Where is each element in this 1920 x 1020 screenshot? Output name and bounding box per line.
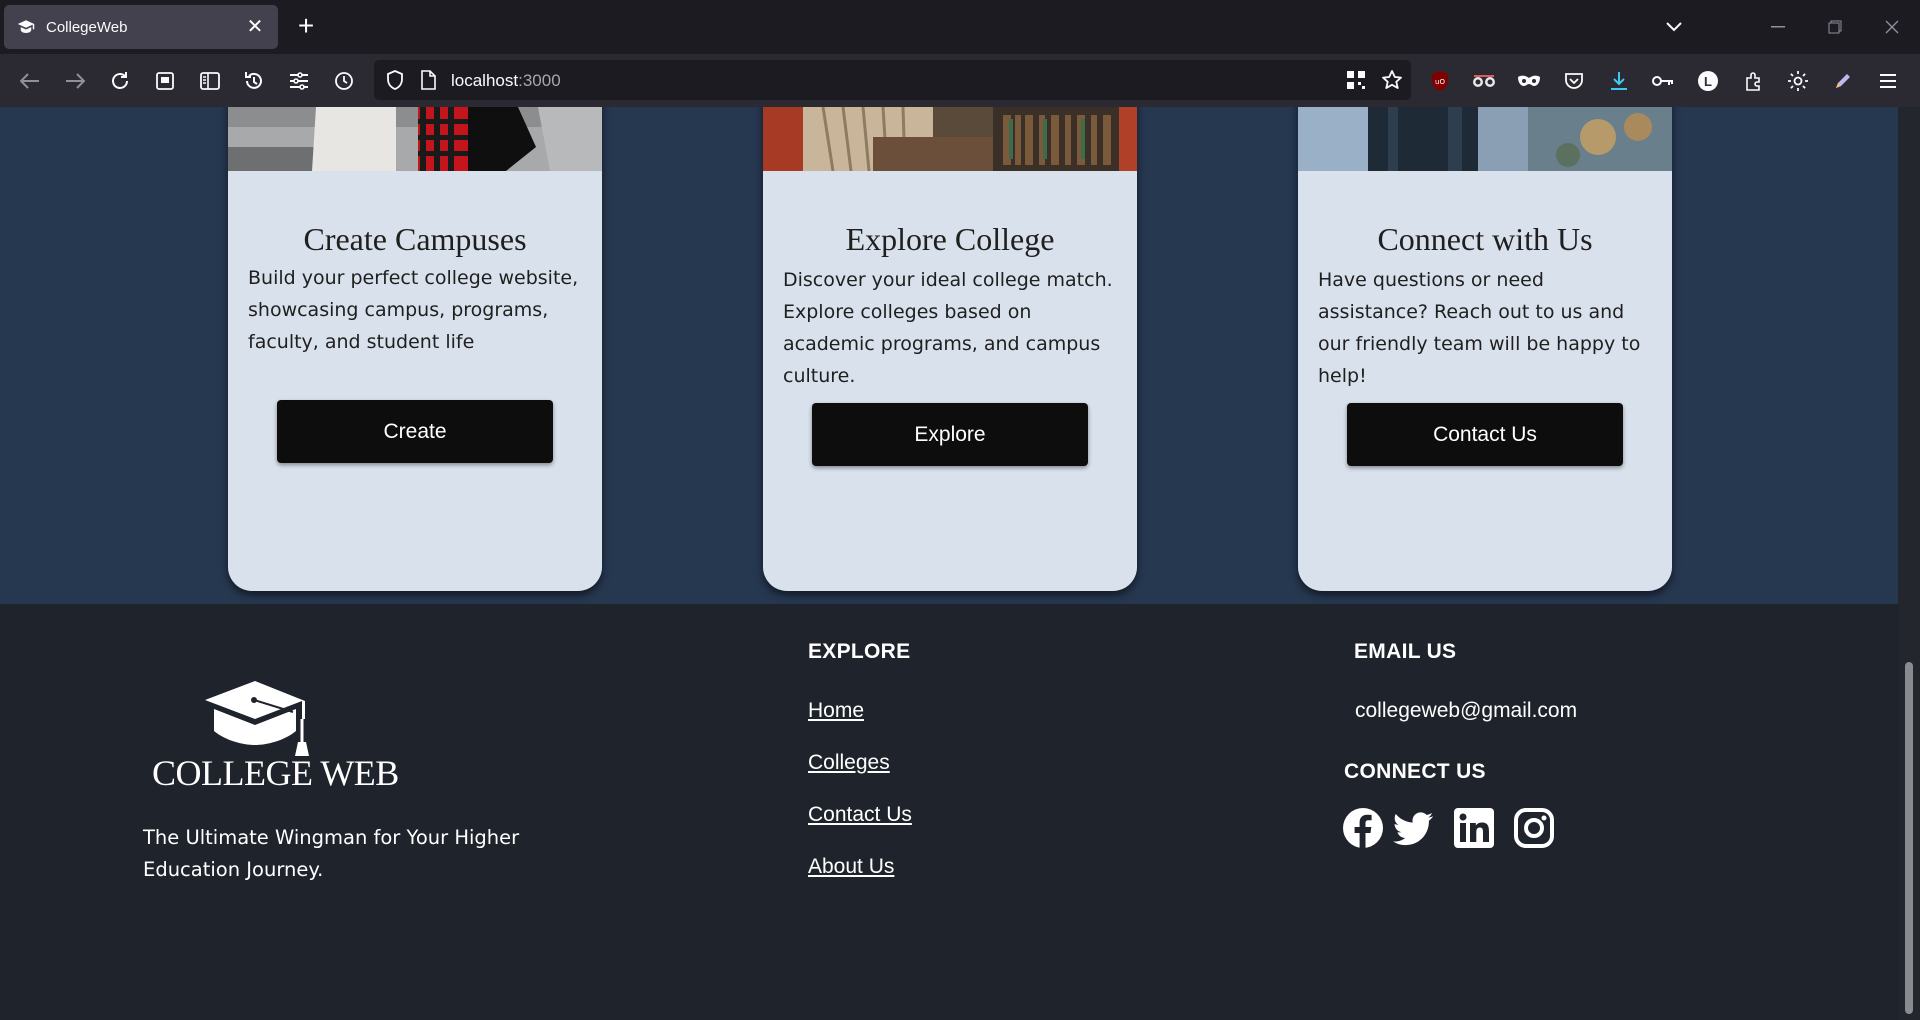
close-tab-icon[interactable]: ✕	[244, 16, 266, 38]
clock-icon[interactable]	[326, 63, 362, 99]
restore-button[interactable]	[1815, 12, 1855, 42]
key-icon[interactable]	[1645, 63, 1681, 99]
gear-icon[interactable]	[1780, 63, 1816, 99]
feature-card-explore: Explore College Discover your ideal coll…	[763, 107, 1137, 591]
reload-icon[interactable]	[102, 63, 138, 99]
pocket-icon[interactable]	[1556, 63, 1592, 99]
connect-heading: CONNECT US	[1344, 760, 1486, 783]
pen-icon[interactable]	[1825, 63, 1861, 99]
svg-text:uO: uO	[1435, 78, 1445, 86]
hamburger-menu-icon[interactable]	[1870, 63, 1906, 99]
footer-tagline: The Ultimate Wingman for Your Higher Edu…	[143, 826, 520, 881]
account-icon[interactable]: L	[1690, 63, 1726, 99]
page-scrollbar[interactable]	[1898, 107, 1920, 1020]
explore-heading: EXPLORE	[808, 640, 911, 663]
page-icon[interactable]	[420, 70, 436, 95]
card-title: Create Campuses	[303, 221, 527, 257]
card-description: Build your perfect college website, show…	[248, 267, 579, 353]
card-photo-library	[763, 107, 1137, 171]
feature-card-create: Create Campuses Build your perfect colle…	[228, 107, 602, 591]
svg-text:L: L	[1704, 74, 1712, 89]
qr-code-icon[interactable]	[1346, 70, 1366, 95]
star-bookmark-icon[interactable]	[1381, 69, 1403, 96]
footer-link-colleges[interactable]: Colleges	[808, 751, 890, 775]
instagram-icon[interactable]	[1513, 807, 1555, 849]
feature-card-contact: Connect with Us Have questions or need a…	[1298, 107, 1672, 591]
scrollbar-thumb[interactable]	[1905, 662, 1913, 1014]
mask-icon[interactable]	[1511, 63, 1547, 99]
customize-icon[interactable]	[281, 63, 317, 99]
history-back-icon[interactable]	[236, 63, 272, 99]
twitter-icon[interactable]	[1392, 807, 1434, 849]
features-section: Create Campuses Build your perfect colle…	[0, 107, 1898, 604]
url-text[interactable]: localhost:3000	[451, 71, 561, 91]
chevron-down-icon[interactable]	[1660, 14, 1688, 40]
email-heading: EMAIL US	[1354, 640, 1457, 663]
download-icon[interactable]	[1601, 63, 1637, 99]
tab-title: CollegeWeb	[46, 18, 128, 36]
forward-arrow-icon[interactable]	[57, 63, 93, 99]
sidebar-icon[interactable]	[192, 63, 228, 99]
url-bar[interactable]: localhost:3000	[374, 60, 1411, 100]
graduation-cap-icon	[16, 17, 36, 37]
footer: COLLEGE WEB The Ultimate Wingman for You…	[0, 604, 1898, 1020]
card-title: Explore College	[845, 221, 1055, 257]
ublock-icon[interactable]: uO	[1422, 63, 1458, 99]
facebook-icon[interactable]	[1342, 807, 1384, 849]
card-description: Have questions or need assistance? Reach…	[1318, 269, 1641, 387]
tab-bar: CollegeWeb ✕ +	[0, 0, 1920, 54]
extensions-icon[interactable]	[1735, 63, 1771, 99]
browser-tab-active[interactable]: CollegeWeb ✕	[4, 5, 278, 49]
new-tab-button[interactable]: +	[290, 11, 322, 43]
card-description: Discover your ideal college match. Explo…	[783, 269, 1113, 387]
back-arrow-icon[interactable]	[12, 63, 48, 99]
card-photo-campus	[1298, 107, 1672, 171]
explore-button[interactable]: Explore	[812, 403, 1088, 466]
shield-icon[interactable]	[386, 70, 404, 95]
screenshot-icon[interactable]	[147, 63, 183, 99]
linkedin-icon[interactable]	[1453, 807, 1495, 849]
contact-us-button[interactable]: Contact Us	[1347, 403, 1623, 466]
footer-link-contact-us[interactable]: Contact Us	[808, 803, 912, 827]
footer-link-home[interactable]: Home	[808, 699, 864, 723]
minimize-button[interactable]	[1758, 12, 1798, 42]
footer-link-about-us[interactable]: About Us	[808, 855, 894, 879]
create-button[interactable]: Create	[277, 400, 553, 463]
close-window-button[interactable]	[1872, 12, 1912, 42]
card-photo-students	[228, 107, 602, 171]
page-viewport: Create Campuses Build your perfect colle…	[0, 107, 1898, 1020]
card-title: Connect with Us	[1377, 221, 1593, 257]
logo-text: COLLEGE WEB	[152, 753, 399, 793]
navigation-toolbar: localhost:3000 uO L	[0, 54, 1920, 107]
email-address[interactable]: collegeweb@gmail.com	[1355, 699, 1577, 723]
glasses-icon[interactable]	[1466, 63, 1502, 99]
